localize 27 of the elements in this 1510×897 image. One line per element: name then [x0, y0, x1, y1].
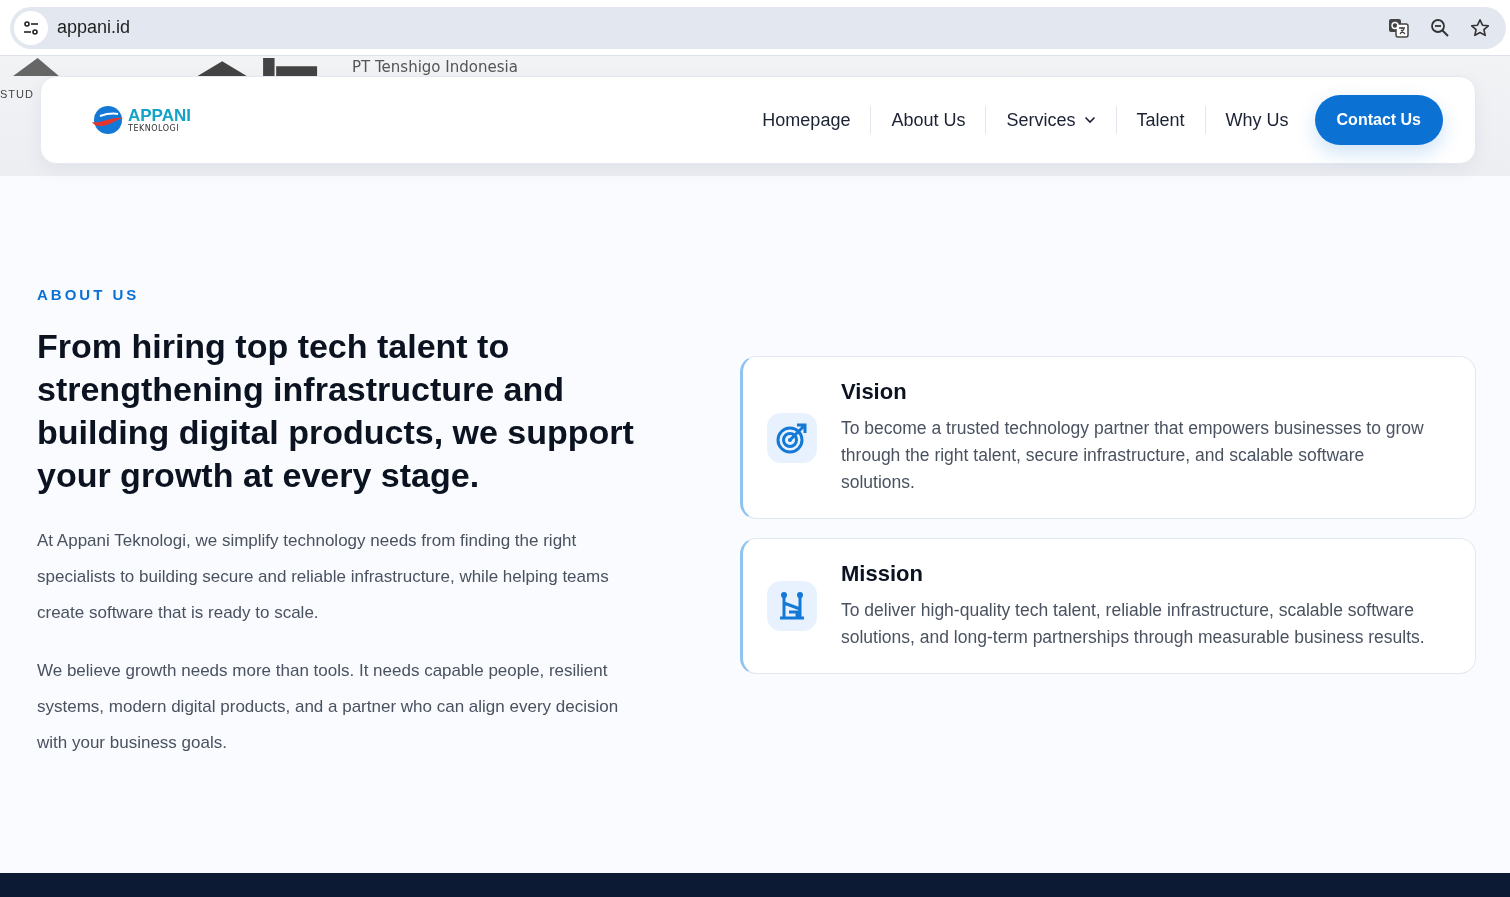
nav-link[interactable]: Homepage — [742, 109, 871, 131]
partner-name: STUD — [0, 88, 34, 100]
chevron-down-icon — [1083, 116, 1096, 124]
site-settings-icon[interactable] — [14, 10, 48, 45]
card-title: Vision — [841, 379, 908, 405]
section-label: ABOUT US — [37, 286, 141, 303]
logo-tagline: TEKNOLOGI — [128, 125, 180, 133]
zoom-out-icon[interactable] — [1430, 17, 1450, 38]
card-text: To become a trusted technology partner that empowers businesses to grow through the right talent, secure infrastructure, and scalable software solutions. — [841, 417, 1425, 494]
nav-link[interactable]: Talent — [1116, 109, 1205, 131]
partner-name: PT Tenshigo Indonesia — [352, 58, 518, 76]
paragraph: At Appani Teknologi, we simplify technology needs from finding the right specialists to building secure and reliable infrastructure, while helping teams create software that is ready to scale. — [37, 530, 610, 624]
address-bar[interactable]: appani.id — [10, 6, 1506, 49]
card-text: To deliver high-quality tech talent, reliable infrastructure, scalable software solutions, and long-term partnerships through measurable business results. — [841, 599, 1426, 649]
nav-link[interactable]: About Us — [871, 109, 986, 131]
section-heading: From hiring top tech talent to strengthening infrastructure and building digital products, we support your growth at every stage. — [37, 326, 635, 496]
logo-icon — [91, 105, 125, 135]
nav-link[interactable]: Services — [986, 109, 1116, 131]
bookmark-star-icon[interactable] — [1470, 17, 1490, 38]
url-text: appani.id — [57, 17, 131, 38]
translate-icon[interactable] — [1388, 16, 1410, 39]
logo-wordmark: APPANI — [128, 107, 191, 124]
card-title: Mission — [841, 561, 924, 587]
paragraph: We believe growth needs more than tools. It needs capable people, resilient systems, modern digital products, and a partner who can align every decision with your business goals. — [37, 660, 620, 754]
nav-link[interactable]: Why Us — [1205, 109, 1309, 131]
contact-button[interactable]: Contact Us — [1314, 95, 1443, 145]
scaffold-icon — [778, 591, 806, 621]
